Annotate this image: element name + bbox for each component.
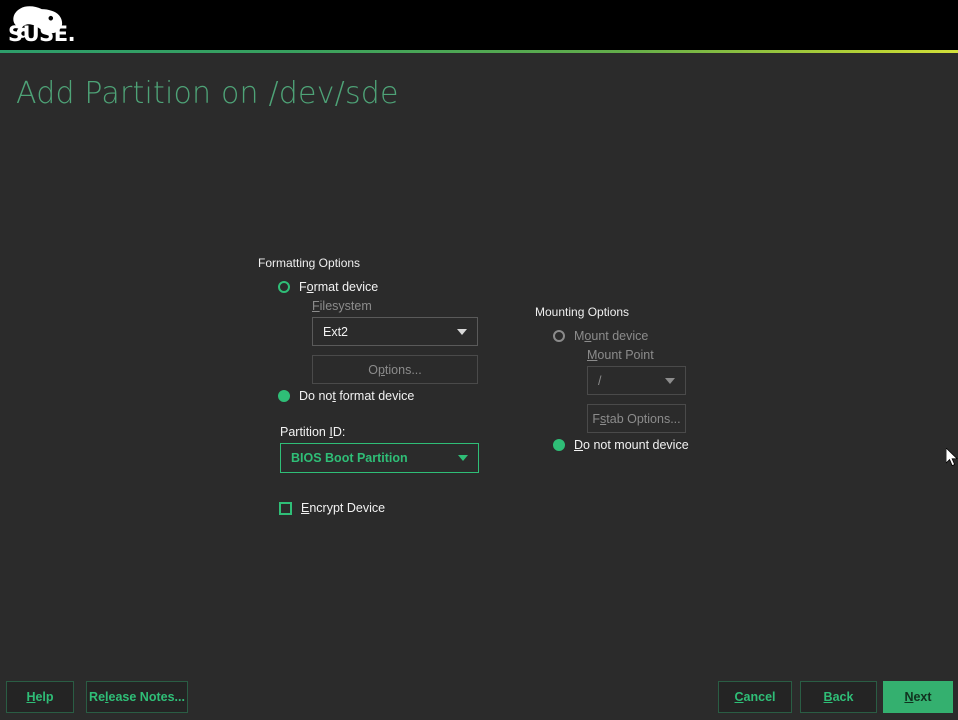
radio-label-format-device: Format device [299, 280, 379, 294]
mount-point-label: Mount Point [587, 348, 654, 362]
radio-do-not-format-device[interactable]: Do not format device [278, 389, 414, 403]
form-area: Formatting Options Format device Filesys… [0, 0, 958, 660]
mouse-cursor [946, 448, 958, 467]
chevron-down-icon [458, 455, 468, 461]
mount-point-value: / [598, 373, 602, 388]
partition-id-value: BIOS Boot Partition [291, 451, 408, 465]
checkbox-label-encrypt-device: Encrypt Device [301, 501, 386, 515]
radio-mount-device[interactable]: Mount device [553, 329, 648, 343]
chevron-down-icon [665, 377, 675, 384]
radio-format-device[interactable]: Format device [278, 280, 378, 294]
radio-label-mount-device: Mount device [574, 329, 649, 343]
filesystem-combobox[interactable]: Ext2 [312, 317, 478, 346]
radio-indicator-mount-device [553, 330, 565, 342]
filesystem-value: Ext2 [323, 324, 349, 339]
radio-label-do-not-format-device: Do not format device [299, 389, 415, 403]
back-button[interactable]: Back [800, 681, 877, 713]
filesystem-options-button[interactable]: Op tions... [312, 355, 478, 384]
filesystem-label: Filesystem [312, 299, 372, 313]
radio-indicator-do-not-mount-device [553, 439, 565, 451]
help-button[interactable]: Help [6, 681, 74, 713]
fstab-options-button[interactable]: Fs tab Options... [587, 404, 686, 433]
next-button[interactable]: Next [883, 681, 953, 713]
installer-window: SUSE. Add Partition on /dev/sde Formatti… [0, 0, 958, 720]
formatting-options-group-label: Formatting Options [258, 256, 361, 270]
partition-id-label: Partition ID: [280, 425, 346, 439]
release-notes-button[interactable]: Re l ease Notes... [86, 681, 188, 713]
chevron-down-icon [457, 328, 467, 335]
radio-label-do-not-mount-device: Do not mount device [574, 438, 689, 452]
partition-id-combobox[interactable]: BIOS Boot Partition [280, 443, 479, 473]
cancel-button[interactable]: Cancel [718, 681, 792, 713]
mount-point-combobox[interactable]: / [587, 366, 686, 395]
mounting-options-group-label: Mounting Options [535, 305, 630, 319]
encrypt-device-checkbox[interactable]: Encrypt Device [279, 501, 385, 515]
radio-indicator-format-device [278, 281, 290, 293]
radio-indicator-do-not-format-device [278, 390, 290, 402]
checkbox-indicator-encrypt-device [279, 501, 292, 515]
radio-do-not-mount-device[interactable]: Do not mount device [553, 438, 689, 452]
